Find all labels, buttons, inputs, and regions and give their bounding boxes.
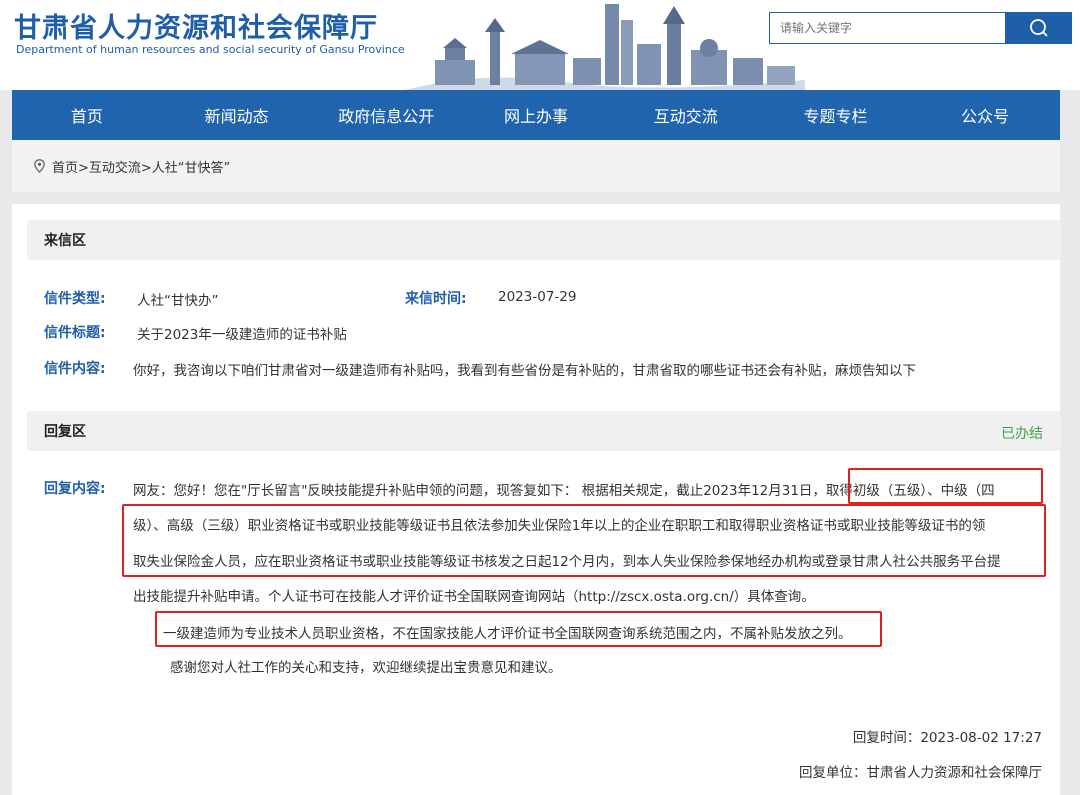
- nav-item-home[interactable]: 首页: [12, 90, 162, 140]
- site-header: 甘肃省人力资源和社会保障厅 Department of human resour…: [0, 0, 1080, 90]
- reply-time: 回复时间：2023-08-02 17:27: [852, 730, 1042, 746]
- letter-subject-value: 关于2023年一级建造师的证书补贴: [137, 327, 347, 343]
- main-nav: 首页 新闻动态 政府信息公开 网上办事 互动交流 专题专栏 公众号: [12, 90, 1060, 140]
- site-title[interactable]: 甘肃省人力资源和社会保障厅: [14, 6, 378, 45]
- status-badge: 已办结: [1001, 426, 1043, 442]
- highlight-box: [122, 504, 1046, 577]
- nav-item-online-service[interactable]: 网上办事: [461, 90, 611, 140]
- letter-time-label: 来信时间:: [405, 291, 467, 307]
- reply-thanks: 感谢您对人社工作的关心和支持，欢迎继续提出宝贵意见和建议。: [170, 660, 562, 676]
- skyline-illustration: [405, 4, 805, 90]
- letter-subject-label: 信件标题:: [44, 325, 106, 341]
- letter-time-value: 2023-07-29: [498, 289, 577, 305]
- nav-item-news[interactable]: 新闻动态: [162, 90, 312, 140]
- letter-section-title: 来信区: [44, 233, 86, 249]
- reply-section-header: 回复区 已办结: [27, 411, 1061, 451]
- letter-content-value: 你好，我咨询以下咱们甘肃省对一级建造师有补贴吗，我看到有些省份是有补贴的，甘肃省…: [133, 363, 916, 379]
- breadcrumb: 首页>互动交流>人社“甘快答”: [12, 140, 1060, 192]
- letter-type-value: 人社“甘快办”: [137, 293, 219, 309]
- letter-type-label: 信件类型:: [44, 291, 106, 307]
- site-title-en: Department of human resources and social…: [16, 43, 405, 56]
- search-icon: [1030, 19, 1048, 37]
- search-button[interactable]: [1006, 12, 1072, 44]
- highlight-box: [848, 468, 1043, 504]
- nav-item-topics[interactable]: 专题专栏: [761, 90, 911, 140]
- content-panel: 来信区 信件类型: 人社“甘快办” 来信时间: 2023-07-29 信件标题:…: [12, 204, 1061, 795]
- highlight-box: [155, 611, 882, 647]
- breadcrumb-text[interactable]: 首页>互动交流>人社“甘快答”: [52, 157, 230, 176]
- search-input[interactable]: [769, 12, 1006, 44]
- letter-section-header: 来信区: [27, 220, 1061, 260]
- letter-content-label: 信件内容:: [44, 361, 106, 377]
- nav-item-gov-info[interactable]: 政府信息公开: [311, 90, 461, 140]
- location-pin-icon: [34, 159, 45, 173]
- nav-item-official-account[interactable]: 公众号: [910, 90, 1060, 140]
- reply-unit: 回复单位：甘肃省人力资源和社会保障厅: [799, 765, 1042, 781]
- reply-content-label: 回复内容:: [44, 481, 106, 497]
- reply-section-title: 回复区: [44, 424, 86, 440]
- nav-item-interaction[interactable]: 互动交流: [611, 90, 761, 140]
- reply-line: 出技能提升补贴申请。个人证书可在技能人才评价证书全国联网查询网站（http://…: [133, 589, 815, 605]
